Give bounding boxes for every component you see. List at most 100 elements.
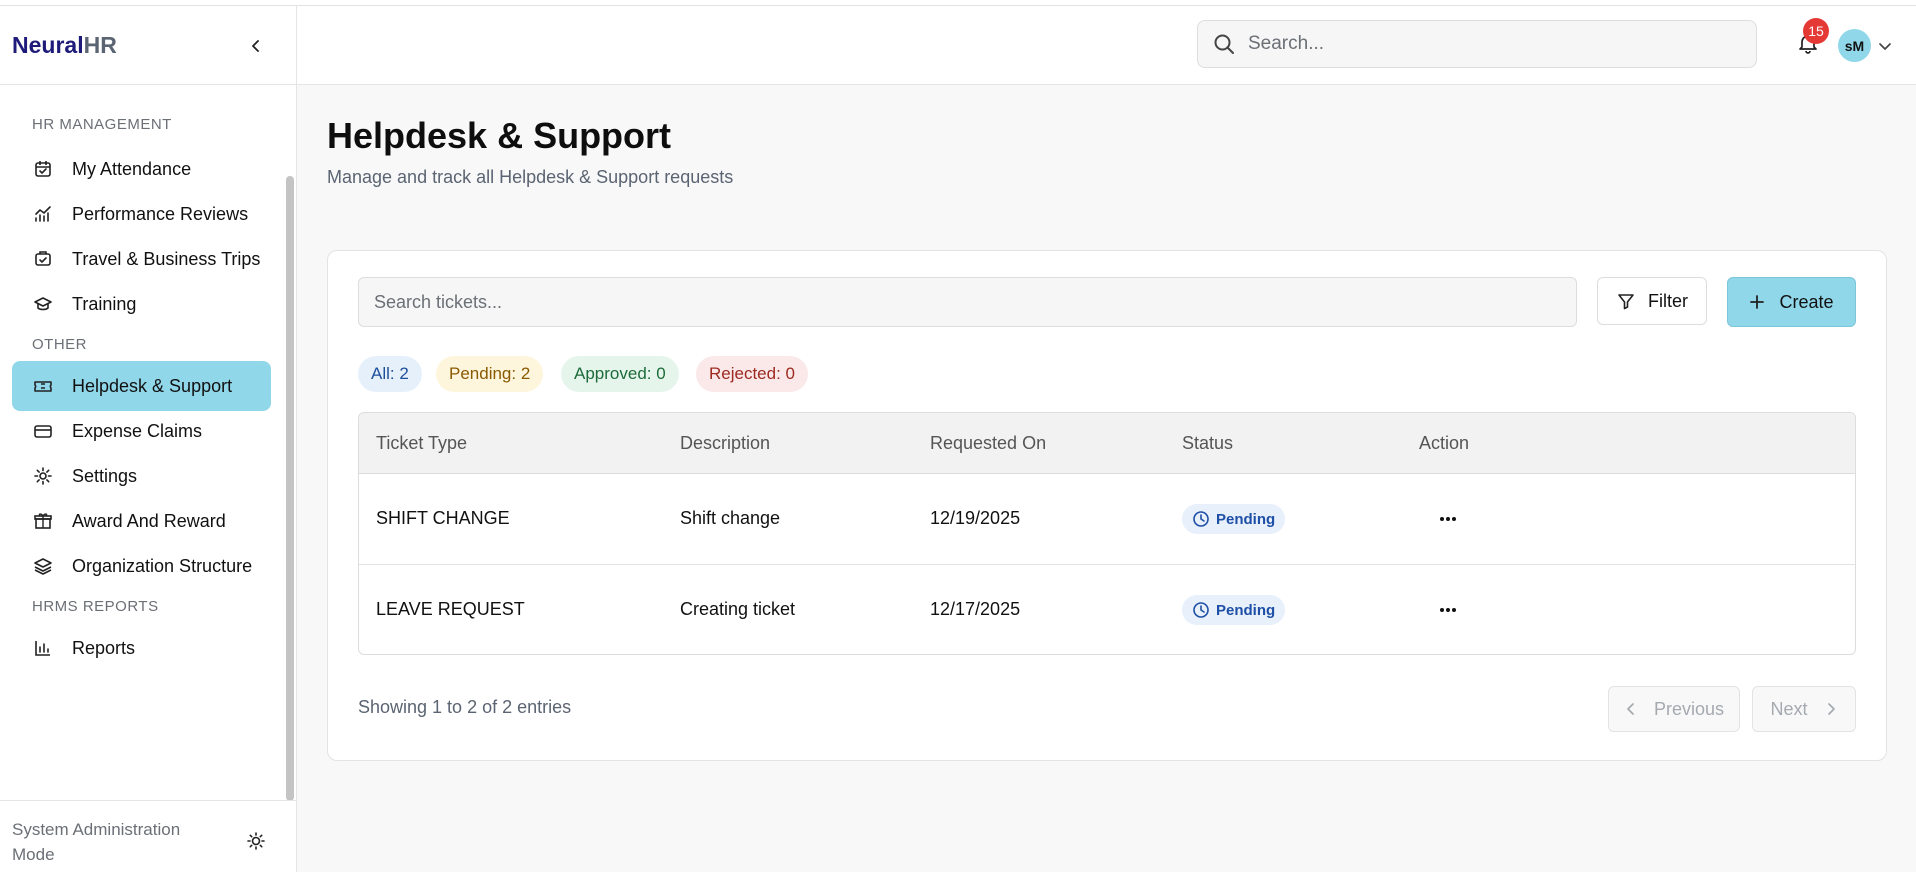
chevron-left-icon	[1627, 703, 1634, 715]
clock-icon	[1193, 511, 1209, 527]
cell-ticket-type: SHIFT CHANGE	[376, 508, 510, 528]
sidebar-item-label: Settings	[72, 465, 138, 486]
page-title: Helpdesk & Support	[327, 115, 672, 156]
bar-chart-icon	[32, 637, 54, 659]
sidebar-item-organization-structure[interactable]: Organization Structure	[12, 541, 271, 591]
sidebar-item-reports[interactable]: Reports	[12, 623, 271, 673]
previous-page-button[interactable]: Previous	[1608, 686, 1740, 732]
column-header-ticket-type: Ticket Type	[376, 433, 468, 453]
system-mode-label: System Administration Mode	[12, 820, 181, 864]
sidebar-item-travel[interactable]: Travel & Business Trips	[12, 234, 271, 284]
page-subtitle: Manage and track all Helpdesk & Support …	[327, 167, 734, 187]
sidebar-item-label: Helpdesk & Support	[72, 375, 233, 396]
sidebar-item-expense-claims[interactable]: Expense Claims	[12, 406, 271, 456]
chevron-down-icon	[1879, 43, 1891, 50]
gear-icon	[32, 465, 54, 487]
plus-icon	[1750, 295, 1765, 309]
column-header-requested-on: Requested On	[930, 433, 1047, 453]
more-horizontal-icon	[1440, 517, 1456, 521]
sidebar-item-label: Reports	[72, 637, 136, 658]
ticket-search-input[interactable]	[358, 277, 1577, 327]
sidebar-item-my-attendance[interactable]: My Attendance	[12, 144, 271, 194]
column-header-description: Description	[680, 433, 771, 453]
column-header-action: Action	[1419, 433, 1470, 453]
plane-ticket-icon	[32, 248, 54, 270]
cell-description: Creating ticket	[680, 599, 796, 619]
brand-bar: NeuralHR	[0, 6, 296, 85]
sidebar-item-label: Performance Reviews	[72, 203, 249, 224]
sidebar-item-performance-reviews[interactable]: Performance Reviews	[12, 189, 271, 239]
collapse-sidebar-button[interactable]	[244, 34, 268, 58]
table-header: Ticket Type Description Requested On Sta…	[359, 413, 1855, 474]
ticket-icon	[32, 375, 54, 397]
filter-button[interactable]: Filter	[1597, 277, 1707, 325]
tickets-table: Ticket Type Description Requested On Sta…	[358, 412, 1856, 655]
global-search[interactable]	[1197, 20, 1757, 68]
column-header-status: Status	[1182, 433, 1234, 453]
system-mode-footer: System Administration Mode	[0, 800, 297, 872]
sidebar-scrollbar[interactable]	[286, 176, 294, 801]
status-label: Pending	[1216, 510, 1276, 528]
user-menu-toggle[interactable]	[1877, 38, 1893, 54]
section-title-hr-management: HR MANAGEMENT	[32, 116, 172, 133]
sidebar-item-training[interactable]: Training	[12, 279, 271, 329]
previous-label: Previous	[1653, 698, 1725, 719]
tickets-card: Filter Create All: 2 Pending: 2 Approved…	[327, 250, 1887, 761]
search-icon	[1214, 34, 1234, 54]
sidebar-nav: HR MANAGEMENT My Attendance Performance …	[0, 86, 283, 796]
sidebar-item-label: Organization Structure	[72, 555, 253, 576]
row-actions-button[interactable]	[1433, 506, 1463, 532]
top-header: 15 sM	[297, 6, 1916, 85]
cell-requested-on: 12/19/2025	[930, 508, 1021, 528]
sidebar-item-settings[interactable]: Settings	[12, 451, 271, 501]
theme-toggle-button[interactable]	[244, 829, 268, 853]
cell-requested-on: 12/17/2025	[930, 599, 1021, 619]
calendar-check-icon	[32, 158, 54, 180]
layers-icon	[32, 555, 54, 577]
table-row[interactable]: LEAVE REQUEST Creating ticket 12/17/2025…	[359, 565, 1855, 654]
chevron-right-icon	[1827, 703, 1835, 715]
sidebar-item-label: Travel & Business Trips	[72, 248, 261, 269]
sidebar-item-label: Award And Reward	[72, 510, 226, 531]
more-horizontal-icon	[1440, 608, 1456, 612]
section-title-hrms-reports: HRMS REPORTS	[32, 598, 159, 615]
logo-primary: Neural	[12, 31, 84, 58]
sidebar-item-award-reward[interactable]: Award And Reward	[12, 496, 271, 546]
status-badge: Pending	[1182, 504, 1286, 534]
notification-count-badge: 15	[1803, 18, 1829, 44]
user-avatar[interactable]: sM	[1838, 29, 1871, 62]
chip-all[interactable]: All: 2	[358, 356, 422, 392]
create-ticket-button[interactable]: Create	[1727, 277, 1856, 327]
table-row[interactable]: SHIFT CHANGE Shift change 12/19/2025 Pen…	[359, 474, 1855, 565]
sidebar-item-label: Expense Claims	[72, 420, 203, 441]
chip-approved[interactable]: Approved: 0	[561, 356, 679, 392]
logo-secondary: HR	[83, 31, 117, 58]
chip-rejected[interactable]: Rejected: 0	[696, 356, 808, 392]
sun-icon	[247, 832, 265, 850]
sidebar-item-helpdesk-support[interactable]: Helpdesk & Support	[12, 361, 271, 411]
sidebar-item-label: My Attendance	[72, 158, 192, 179]
cell-description: Shift change	[680, 508, 781, 528]
section-title-other: OTHER	[32, 336, 87, 353]
cell-ticket-type: LEAVE REQUEST	[376, 599, 525, 619]
next-page-button[interactable]: Next	[1752, 686, 1856, 732]
graduation-cap-icon	[32, 293, 54, 315]
global-search-input[interactable]	[1248, 33, 1728, 55]
next-label: Next	[1770, 698, 1808, 719]
app-logo[interactable]: NeuralHR	[12, 32, 117, 59]
chart-line-icon	[32, 203, 54, 225]
row-actions-button[interactable]	[1433, 597, 1463, 623]
sidebar-item-label: Training	[72, 293, 137, 314]
pagination-summary: Showing 1 to 2 of 2 entries	[358, 697, 572, 717]
filter-label: Filter	[1648, 290, 1688, 311]
gift-icon	[32, 510, 54, 532]
chevron-left-icon	[252, 40, 259, 52]
sidebar: NeuralHR HR MANAGEMENT My Attendance Per…	[0, 6, 297, 872]
clock-icon	[1193, 602, 1209, 618]
chip-pending[interactable]: Pending: 2	[436, 356, 544, 392]
status-label: Pending	[1216, 601, 1276, 619]
create-label: Create	[1779, 291, 1834, 312]
credit-card-icon	[32, 420, 54, 442]
filter-icon	[1618, 294, 1634, 310]
status-badge: Pending	[1182, 595, 1286, 625]
